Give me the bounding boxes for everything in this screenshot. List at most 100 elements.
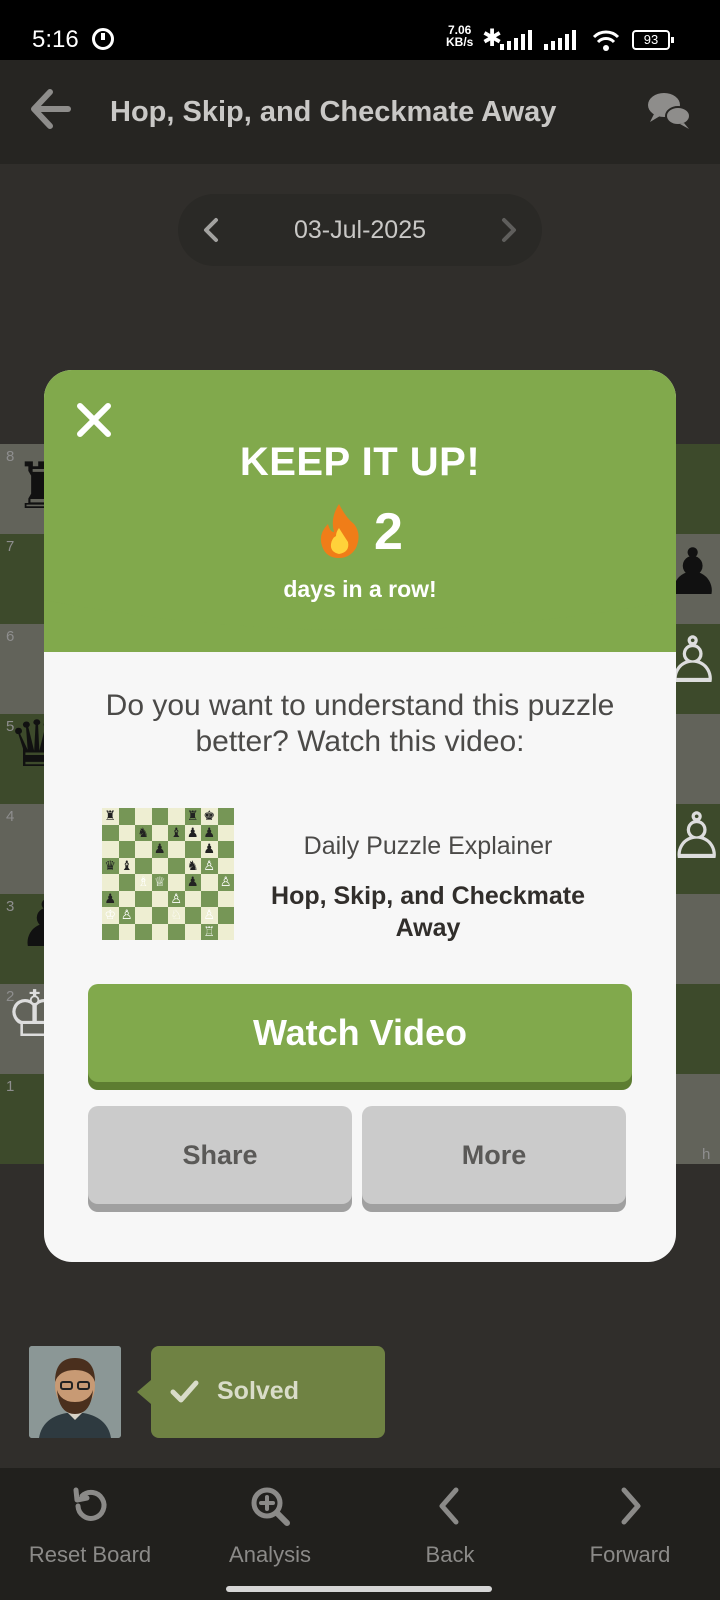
status-time: 5:16 xyxy=(32,26,79,53)
thumbnail-square xyxy=(151,890,168,907)
more-label: More xyxy=(461,1140,527,1170)
rank-label: 4 xyxy=(6,808,15,825)
solved-status-bubble: Solved xyxy=(137,1346,385,1438)
file-label-h: h xyxy=(702,1146,711,1163)
thumbnail-piece: ♜ xyxy=(104,808,117,823)
app-header: Hop, Skip, and Checkmate Away xyxy=(0,60,720,164)
thumbnail-square xyxy=(168,857,185,874)
reset-icon xyxy=(73,1487,107,1521)
rank-label: 1 xyxy=(6,1078,15,1095)
streak-label: days in a row! xyxy=(283,576,437,602)
video-thumbnail[interactable]: ♜ ♜ ♚ ♞ ♝ ♟ ♟ ♟ ♟ ♛ ♝ ♞ ♙ ♗ ♕ ♟ ♙ ♟ ♙ ♔ ♙ ♘ ♙ ♖ xyxy=(102,808,234,940)
thumbnail-square xyxy=(184,907,201,924)
back-button[interactable]: Back xyxy=(370,1484,530,1568)
thumbnail-square xyxy=(217,824,234,841)
thumbnail-square xyxy=(168,874,185,891)
share-button[interactable]: Share xyxy=(88,1106,352,1204)
thumbnail-square xyxy=(118,841,135,858)
arrow-left-icon[interactable] xyxy=(28,86,74,132)
thumbnail-square xyxy=(217,857,234,874)
nav-label-reset: Reset Board xyxy=(28,1542,152,1567)
thumbnail-piece: ♟ xyxy=(153,841,166,856)
modal-title: KEEP IT UP! xyxy=(239,440,481,484)
avatar-image xyxy=(29,1346,121,1438)
thumbnail-square xyxy=(102,841,119,858)
watch-video-button[interactable]: Watch Video xyxy=(88,984,632,1082)
thumbnail-square xyxy=(184,841,201,858)
thumbnail-piece: ♟ xyxy=(186,874,199,889)
home-indicator[interactable] xyxy=(226,1586,492,1592)
chevron-left-icon xyxy=(439,1487,459,1525)
video-label: Daily Puzzle Explainer xyxy=(303,832,553,860)
thumbnail-square xyxy=(118,824,135,841)
thumbnail-square xyxy=(118,923,135,940)
magnifier-plus-icon xyxy=(251,1487,290,1526)
thumbnail-piece: ♙ xyxy=(120,907,133,922)
nav-label-analysis: Analysis xyxy=(229,1542,311,1567)
alarm-status-icon xyxy=(92,28,114,50)
thumbnail-square xyxy=(135,923,152,940)
signal-icon xyxy=(500,30,532,50)
thumbnail-piece: ♞ xyxy=(137,824,150,840)
reset-board-button[interactable]: Reset Board xyxy=(10,1484,170,1568)
thumbnail-piece: ♙ xyxy=(219,874,232,889)
thumbnail-square xyxy=(168,808,185,825)
thumbnail-square xyxy=(118,808,135,825)
rank-label: 7 xyxy=(6,538,15,555)
thumbnail-piece: ♞ xyxy=(186,857,199,873)
solved-label: Solved xyxy=(217,1377,299,1405)
more-button[interactable]: More xyxy=(362,1106,626,1204)
close-icon[interactable] xyxy=(74,400,114,440)
thumbnail-square xyxy=(217,890,234,907)
thumbnail-piece: ♜ xyxy=(186,808,199,823)
thumbnail-square xyxy=(184,890,201,907)
thumbnail-piece: ♝ xyxy=(120,857,133,873)
wifi-icon xyxy=(592,30,620,51)
bottom-nav: Reset Board Analysis Back Forward xyxy=(0,1468,720,1600)
thumbnail-piece: ♟ xyxy=(104,890,117,906)
signal-icon-2 xyxy=(544,30,576,50)
thumbnail-square xyxy=(151,808,168,825)
rank-label: 6 xyxy=(6,628,15,645)
thumbnail-square xyxy=(168,923,185,940)
thumbnail-piece: ♕ xyxy=(153,874,166,889)
thumbnail-square xyxy=(151,857,168,874)
streak-modal: KEEP IT UP! 2 days in a row! Do you want… xyxy=(44,370,676,1262)
thumbnail-square xyxy=(102,874,119,891)
checkmark-icon xyxy=(170,1380,199,1403)
watch-video-label: Watch Video xyxy=(252,1012,468,1053)
thumbnail-piece: ♝ xyxy=(170,824,183,840)
date-label: 03-Jul-2025 xyxy=(293,216,427,244)
thumbnail-piece: ♙ xyxy=(170,890,183,906)
thumbnail-square xyxy=(102,923,119,940)
battery-icon: 93 xyxy=(632,30,674,50)
thumbnail-square xyxy=(135,857,152,874)
thumbnail-piece: ♚ xyxy=(203,808,216,823)
network-speed: 7.06 KB/s xyxy=(446,24,473,48)
page-title: Hop, Skip, and Checkmate Away xyxy=(110,96,557,128)
forward-button[interactable]: Forward xyxy=(550,1484,710,1568)
thumbnail-piece: ♟ xyxy=(203,841,216,856)
thumbnail-piece: ♔ xyxy=(104,907,117,922)
thumbnail-square xyxy=(151,923,168,940)
status-bar: 5:16 7.06 KB/s ✱ 93 xyxy=(0,0,720,60)
thumbnail-square xyxy=(151,824,168,841)
network-speed-unit: KB/s xyxy=(446,35,474,49)
video-title[interactable]: Hop, Skip, and Checkmate Away xyxy=(258,880,598,944)
thumbnail-piece: ♛ xyxy=(104,857,117,873)
chevron-right-icon[interactable] xyxy=(494,216,522,244)
thumbnail-piece: ♘ xyxy=(170,907,183,922)
thumbnail-square xyxy=(151,907,168,924)
thumbnail-piece: ♙ xyxy=(203,857,216,873)
streak-count: 2 xyxy=(374,503,403,561)
thumbnail-square xyxy=(201,874,218,891)
analysis-button[interactable]: Analysis xyxy=(190,1484,350,1568)
thumbnail-square xyxy=(135,841,152,858)
nav-label-forward: Forward xyxy=(589,1542,671,1567)
rank-label: 3 xyxy=(6,898,15,915)
thumbnail-square xyxy=(217,808,234,825)
fire-icon xyxy=(320,504,359,558)
thumbnail-square xyxy=(118,890,135,907)
chat-bubbles-icon[interactable] xyxy=(646,90,692,132)
thumbnail-square xyxy=(184,923,201,940)
